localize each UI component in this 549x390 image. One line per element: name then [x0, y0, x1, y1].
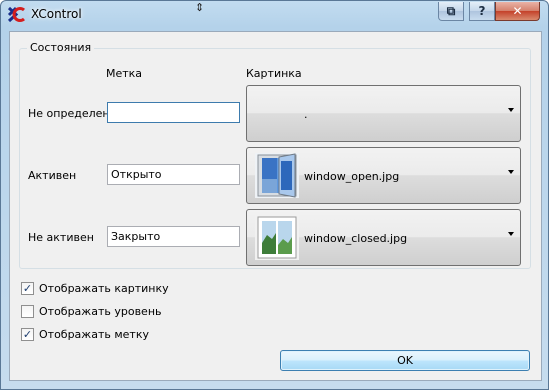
close-button[interactable]: ✕	[495, 2, 540, 21]
close-icon: ✕	[512, 4, 523, 18]
state-label-undefined: Не определен	[28, 107, 110, 120]
window-closed-thumbnail	[255, 215, 299, 260]
show-picture-option[interactable]: ✓ Отображать картинку	[21, 282, 169, 295]
dropdown-arrow-icon	[508, 170, 514, 174]
show-level-checkbox[interactable]	[21, 305, 34, 318]
restore-icon: ⧉	[446, 3, 456, 18]
picture-combo-value: .	[304, 108, 308, 121]
checkmark-icon: ✓	[22, 282, 33, 295]
help-icon: ?	[478, 4, 486, 18]
show-picture-checkbox[interactable]: ✓	[21, 282, 34, 295]
label-input-inactive[interactable]	[107, 226, 240, 247]
show-level-option[interactable]: Отображать уровень	[21, 305, 162, 318]
column-header-picture: Картинка	[246, 67, 302, 80]
picture-combo-inactive[interactable]: window_closed.jpg	[246, 209, 521, 266]
title-bar[interactable]: XControl ⇕ ⧉ ? ✕	[1, 1, 548, 27]
state-label-inactive: Не активен	[28, 231, 94, 244]
show-label-option[interactable]: ✓ Отображать метку	[21, 328, 149, 341]
show-level-label: Отображать уровень	[39, 305, 162, 318]
ok-button[interactable]: OK	[280, 350, 530, 371]
picture-combo-value: window_open.jpg	[304, 170, 400, 183]
picture-combo-value: window_closed.jpg	[304, 232, 408, 245]
ok-button-label: OK	[397, 354, 413, 367]
picture-combo-active[interactable]: window_open.jpg	[246, 147, 521, 204]
window-open-thumbnail	[255, 153, 299, 198]
show-picture-label: Отображать картинку	[39, 282, 169, 295]
column-header-label: Метка	[106, 67, 143, 80]
show-label-checkbox[interactable]: ✓	[21, 328, 34, 341]
dropdown-arrow-icon	[508, 108, 514, 112]
picture-combo-undefined[interactable]: .	[246, 85, 521, 142]
resize-cursor-icon: ⇕	[195, 1, 205, 14]
group-title: Состояния	[27, 41, 95, 54]
state-label-active: Активен	[28, 169, 77, 182]
checkmark-icon: ✓	[22, 328, 33, 341]
help-button[interactable]: ?	[469, 2, 495, 21]
show-label-label: Отображать метку	[39, 328, 149, 341]
dropdown-arrow-icon	[508, 232, 514, 236]
label-input-undefined[interactable]	[107, 102, 240, 123]
app-logo-icon	[7, 6, 25, 23]
dialog-window: XControl ⇕ ⧉ ? ✕ Состояния Метка Картинк…	[0, 0, 549, 390]
window-title: XControl	[31, 7, 82, 21]
label-input-active[interactable]	[107, 164, 240, 185]
dialog-client-area: Состояния Метка Картинка Не определен . …	[9, 31, 542, 381]
restore-button[interactable]: ⧉	[438, 2, 464, 21]
